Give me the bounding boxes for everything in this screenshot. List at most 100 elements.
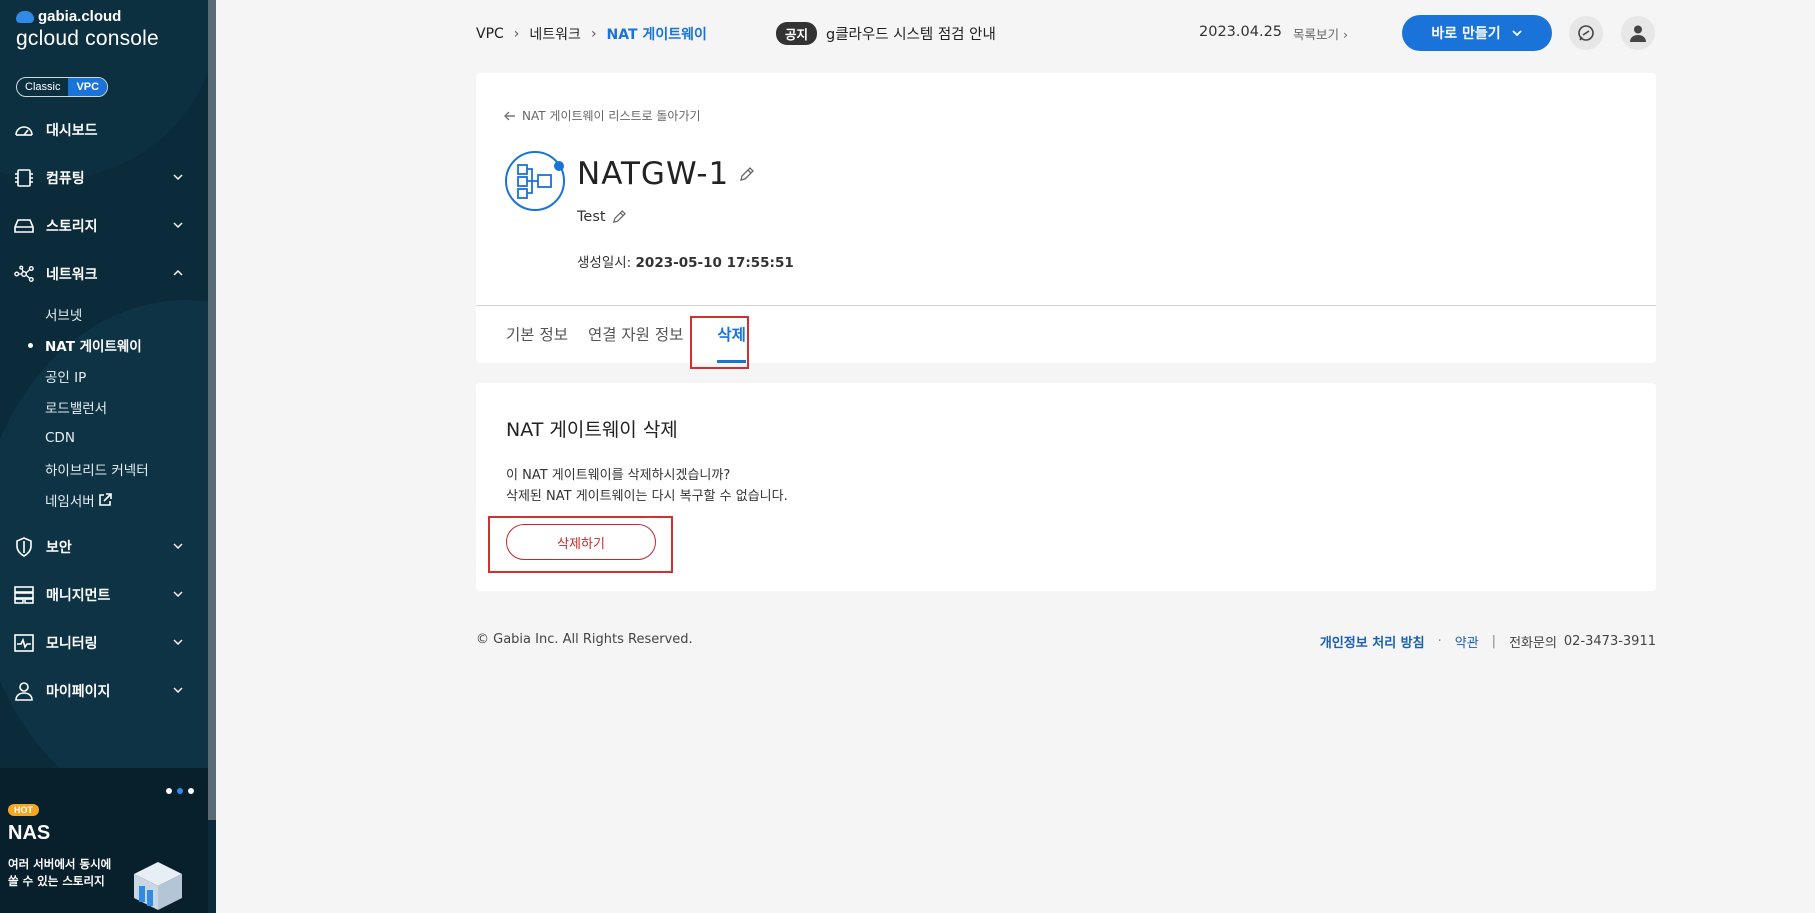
external-link-icon xyxy=(98,492,112,506)
gateway-info-card: NAT 게이트웨이 리스트로 돌아가기 NATGW-1 Test 생성일시: 2… xyxy=(476,73,1656,363)
gateway-description: Test xyxy=(577,209,626,225)
sidebar-item-dashboard[interactable]: 대시보드 xyxy=(0,106,208,154)
brand-console: gcloud console xyxy=(16,27,159,50)
delete-message-line: 이 NAT 게이트웨이를 삭제하시겠습니까? xyxy=(506,468,731,483)
delete-message: 이 NAT 게이트웨이를 삭제하시겠습니까? 삭제된 NAT 게이트웨이는 다시… xyxy=(506,465,788,507)
phone-label: 전화문의 xyxy=(1509,636,1557,651)
sidebar-item-mypage[interactable]: 마이페이지 xyxy=(0,667,208,715)
notice-date: 2023.04.25 xyxy=(1199,24,1283,40)
chevron-down-icon xyxy=(173,591,183,598)
brand-top: gabia.cloud xyxy=(16,8,159,25)
sidebar-item-label: 보안 xyxy=(46,540,72,556)
chevron-right-icon: › xyxy=(1343,27,1348,42)
notice-text[interactable]: g클라우드 시스템 점검 안내 xyxy=(826,23,996,44)
arrow-left-icon xyxy=(504,111,515,120)
sidebar-item-network[interactable]: 네트워크 xyxy=(0,250,208,298)
sidebar: gabia.cloud gcloud console Classic VPC 대… xyxy=(0,0,216,913)
hot-badge: HOT xyxy=(8,804,39,816)
sidebar-subitem-nameserver[interactable]: 네임서버 xyxy=(0,484,208,515)
gateway-description-text: Test xyxy=(577,209,606,225)
tab-connected-resources[interactable]: 연결 자원 정보 xyxy=(588,305,693,363)
pencil-edit-icon[interactable] xyxy=(612,210,626,224)
sidebar-subitem-label: 네임서버 xyxy=(45,493,95,510)
mode-vpc[interactable]: VPC xyxy=(68,78,108,96)
breadcrumb-separator: › xyxy=(590,26,597,42)
sidebar-subitem-cdn[interactable]: CDN xyxy=(0,422,208,453)
phone-number: 02-3473-3911 xyxy=(1563,634,1656,649)
chevron-down-icon xyxy=(1512,30,1522,37)
storage-box-illustration xyxy=(134,862,182,910)
breadcrumb-network[interactable]: 네트워크 xyxy=(529,24,581,44)
sidebar-item-label: 대시보드 xyxy=(46,123,98,139)
chevron-down-icon xyxy=(173,174,183,181)
footer-separator: · xyxy=(1437,634,1442,649)
created-label: 생성일시: xyxy=(577,255,632,271)
sidebar-item-label: 매니지먼트 xyxy=(46,588,111,604)
sidebar-subitem-public-ip[interactable]: 공인 IP xyxy=(0,360,208,391)
gateway-name: NATGW-1 xyxy=(577,156,755,192)
tab-basic-info[interactable]: 기본 정보 xyxy=(506,305,578,363)
sidebar-item-management[interactable]: 매니지먼트 xyxy=(0,571,208,619)
sidebar-subitem-nat-gateway[interactable]: NAT 게이트웨이 xyxy=(0,329,208,360)
server-stack-icon xyxy=(14,585,34,605)
chevron-up-icon xyxy=(173,269,183,276)
chevron-down-icon xyxy=(173,222,183,229)
carousel-dot-active[interactable] xyxy=(177,788,183,794)
carousel-dot[interactable] xyxy=(166,788,172,794)
highlight-box xyxy=(690,316,749,369)
footer-separator: | xyxy=(1491,634,1497,649)
drive-icon xyxy=(14,216,34,236)
sidebar-item-storage[interactable]: 스토리지 xyxy=(0,202,208,250)
carousel-dot[interactable] xyxy=(188,788,194,794)
promo-desc-line: 쓸 수 있는 스토리지 xyxy=(8,874,105,888)
chat-bubble-icon xyxy=(1578,25,1594,41)
created-value: 2023-05-10 17:55:51 xyxy=(635,255,794,271)
sidebar-item-monitoring[interactable]: 모니터링 xyxy=(0,619,208,667)
delete-title: NAT 게이트웨이 삭제 xyxy=(506,419,678,441)
sidebar-item-security[interactable]: 보안 xyxy=(0,523,208,571)
user-icon xyxy=(1630,25,1646,42)
sidebar-subitem-hybrid-connector[interactable]: 하이브리드 커넥터 xyxy=(0,453,208,484)
created-at: 생성일시: 2023-05-10 17:55:51 xyxy=(577,251,794,271)
sidebar-subitem-load-balancer[interactable]: 로드밸런서 xyxy=(0,391,208,422)
breadcrumb-current: NAT 게이트웨이 xyxy=(606,27,707,43)
privacy-policy-link[interactable]: 개인정보 처리 방침 xyxy=(1320,632,1425,651)
footer-links: 개인정보 처리 방침 · 약관 | 전화문의 02-3473-3911 xyxy=(1320,632,1656,651)
sidebar-item-label: 스토리지 xyxy=(46,219,98,235)
list-view-label: 목록보기 xyxy=(1293,27,1340,42)
server-chip-icon xyxy=(14,168,34,188)
chevron-down-icon xyxy=(173,543,183,550)
cloud-icon xyxy=(16,10,34,23)
promo-title: NAS xyxy=(8,822,51,844)
sidebar-item-computing[interactable]: 컴퓨팅 xyxy=(0,154,208,202)
promo-desc: 여러 서버에서 동시에 쓸 수 있는 스토리지 xyxy=(8,856,128,890)
pulse-monitor-icon xyxy=(14,633,34,653)
list-view-link[interactable]: 목록보기 › xyxy=(1293,24,1348,43)
notice[interactable]: 공지 g클라우드 시스템 점검 안내 xyxy=(776,22,996,45)
gauge-icon xyxy=(14,120,34,140)
back-to-list-link[interactable]: NAT 게이트웨이 리스트로 돌아가기 xyxy=(504,107,701,124)
network-nodes-icon xyxy=(14,264,34,284)
breadcrumb-vpc[interactable]: VPC xyxy=(476,26,504,42)
back-link-label: NAT 게이트웨이 리스트로 돌아가기 xyxy=(522,109,701,123)
highlight-box xyxy=(488,516,673,573)
promo-banner[interactable]: HOT NAS 여러 서버에서 동시에 쓸 수 있는 스토리지 xyxy=(0,768,208,913)
quick-create-button[interactable]: 바로 만들기 xyxy=(1402,15,1552,51)
brand-logo[interactable]: gabia.cloud gcloud console xyxy=(16,8,159,51)
sidebar-nav: 대시보드 컴퓨팅 스토리지 네트워크 서브넷 NAT 게이트웨이 공인 IP 로… xyxy=(0,106,208,715)
mode-classic[interactable]: Classic xyxy=(17,78,68,96)
network-subnav: 서브넷 NAT 게이트웨이 공인 IP 로드밸런서 CDN 하이브리드 커넥터 … xyxy=(0,298,208,523)
breadcrumb-separator: › xyxy=(513,26,520,42)
sidebar-subitem-subnet[interactable]: 서브넷 xyxy=(0,298,208,329)
promo-desc-line: 여러 서버에서 동시에 xyxy=(8,857,112,871)
top-header: VPC › 네트워크 › NAT 게이트웨이 공지 g클라우드 시스템 점검 안… xyxy=(476,15,1656,51)
brand-top-text: gabia.cloud xyxy=(38,8,122,25)
chat-button[interactable] xyxy=(1569,16,1603,50)
mode-toggle: Classic VPC xyxy=(16,77,109,97)
sidebar-item-label: 마이페이지 xyxy=(46,684,111,700)
chevron-down-icon xyxy=(173,687,183,694)
profile-button[interactable] xyxy=(1621,16,1655,50)
sidebar-scrollbar[interactable] xyxy=(208,0,216,820)
pencil-edit-icon[interactable] xyxy=(739,166,755,182)
terms-link[interactable]: 약관 xyxy=(1455,632,1479,651)
